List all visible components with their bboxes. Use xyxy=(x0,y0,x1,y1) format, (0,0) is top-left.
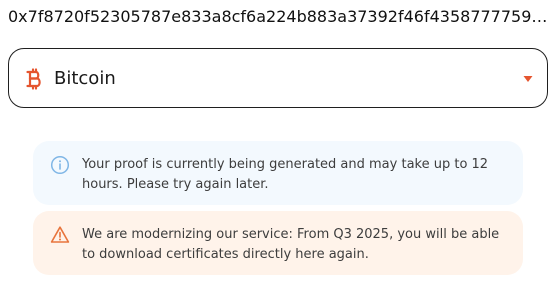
info-alert-text: Your proof is currently being generated … xyxy=(82,157,489,192)
proof-panel: 0x7f8720f52305787e833a8cf6a224b883a37392… xyxy=(0,0,559,288)
caret-down-icon xyxy=(523,76,533,82)
warning-alert: We are modernizing our service: From Q3 … xyxy=(33,211,523,275)
currency-select[interactable]: Bitcoin xyxy=(8,48,548,108)
bitcoin-icon xyxy=(26,68,41,90)
info-alert: Your proof is currently being generated … xyxy=(33,141,523,205)
selected-currency-label: Bitcoin xyxy=(54,68,116,89)
warning-icon xyxy=(50,226,70,243)
warning-alert-text: We are modernizing our service: From Q3 … xyxy=(82,227,500,262)
transaction-hash: 0x7f8720f52305787e833a8cf6a224b883a37392… xyxy=(8,7,553,26)
info-icon xyxy=(50,155,70,175)
